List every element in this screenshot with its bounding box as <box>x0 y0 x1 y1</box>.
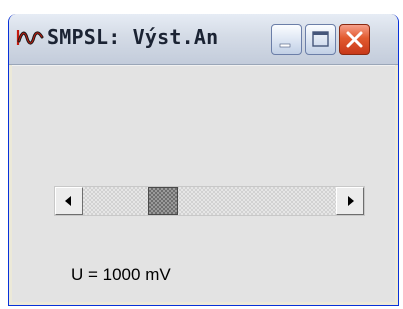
window-title: SMPSL: Výst.An <box>47 25 219 49</box>
title-bar[interactable]: SMPSL: Výst.An <box>9 14 398 65</box>
slider-left-arrow-button[interactable] <box>55 187 83 215</box>
output-slider[interactable] <box>54 186 365 216</box>
minimize-button[interactable] <box>271 24 302 55</box>
client-area: U = 1000 mV <box>12 65 395 302</box>
slider-thumb[interactable] <box>147 187 178 215</box>
minimize-icon <box>279 43 291 48</box>
maximize-icon <box>312 31 329 47</box>
slider-right-arrow-button[interactable] <box>336 187 364 215</box>
close-icon <box>346 31 363 48</box>
maximize-button[interactable] <box>305 24 336 55</box>
waveform-app-icon[interactable] <box>16 23 44 51</box>
arrow-right-icon <box>348 196 354 206</box>
arrow-left-icon <box>65 196 71 206</box>
close-button[interactable] <box>339 24 370 55</box>
voltage-readout: U = 1000 mV <box>71 265 171 284</box>
app-window: SMPSL: Výst.An U = 1000 mV <box>8 14 399 306</box>
